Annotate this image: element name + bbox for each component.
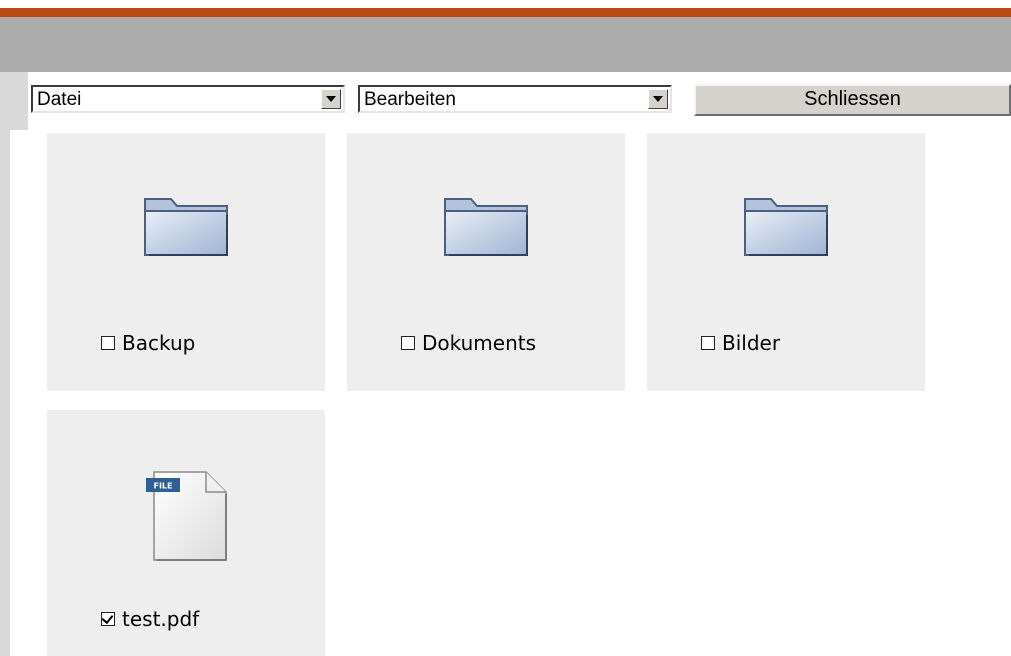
item-name[interactable]: Dokuments bbox=[422, 331, 536, 355]
select-checkbox[interactable] bbox=[101, 336, 115, 350]
folder-icon[interactable] bbox=[441, 193, 531, 263]
toolbar: Datei Bearbeiten Schliessen bbox=[0, 72, 1011, 130]
item-label-row: test.pdf bbox=[101, 604, 199, 634]
item-label-row: Dokuments bbox=[401, 328, 536, 358]
folder-icon[interactable] bbox=[741, 193, 831, 263]
folder-tile-bilder[interactable]: Bilder bbox=[647, 133, 925, 391]
folder-tile-dokuments[interactable]: Dokuments bbox=[347, 133, 625, 391]
item-label-row: Backup bbox=[101, 328, 195, 358]
file-menu-select[interactable]: Datei bbox=[31, 85, 345, 113]
file-badge-text: FILE bbox=[153, 482, 172, 491]
item-name[interactable]: Bilder bbox=[722, 331, 780, 355]
item-name[interactable]: Backup bbox=[122, 331, 195, 355]
item-label-row: Bilder bbox=[701, 328, 780, 358]
item-name[interactable]: test.pdf bbox=[122, 607, 199, 631]
select-checkbox[interactable] bbox=[401, 336, 415, 350]
folder-tile-backup[interactable]: Backup bbox=[47, 133, 325, 391]
select-checkbox[interactable] bbox=[101, 612, 115, 626]
folder-icon[interactable] bbox=[141, 193, 231, 263]
edit-menu-select[interactable]: Bearbeiten bbox=[358, 85, 672, 113]
file-menu-label: Datei bbox=[37, 89, 82, 110]
file-tile-test-pdf[interactable]: FILE test.pdf bbox=[47, 410, 325, 656]
chevron-down-icon[interactable] bbox=[648, 89, 668, 109]
header-band bbox=[0, 17, 1011, 72]
edit-menu-label: Bearbeiten bbox=[364, 89, 456, 110]
chevron-down-icon[interactable] bbox=[321, 89, 341, 109]
left-rail bbox=[0, 72, 10, 656]
close-button[interactable]: Schliessen bbox=[694, 84, 1011, 116]
select-checkbox[interactable] bbox=[701, 336, 715, 350]
accent-bar bbox=[0, 8, 1011, 17]
file-icon[interactable]: FILE bbox=[144, 470, 228, 566]
